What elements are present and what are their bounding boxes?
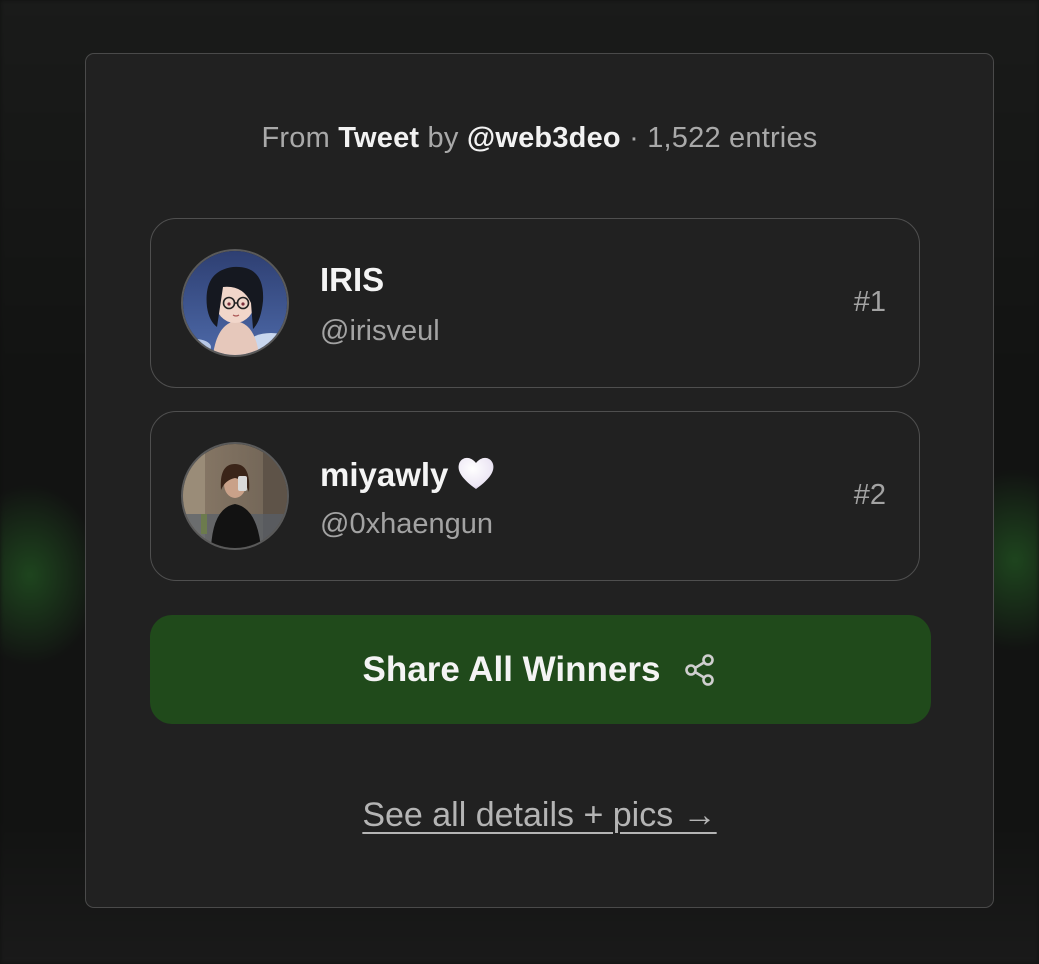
- from-text: From: [261, 122, 330, 154]
- share-button-label: Share All Winners: [362, 649, 661, 689]
- anime-avatar-icon: [183, 251, 287, 355]
- see-all-details-link[interactable]: See all details + pics →: [86, 796, 993, 835]
- winner-name: IRIS: [320, 261, 385, 298]
- share-all-winners-button[interactable]: Share All Winners: [150, 615, 931, 724]
- separator-dot: ·: [629, 122, 639, 154]
- selfie-avatar-icon: [183, 444, 287, 548]
- winner-rank: #1: [853, 286, 886, 318]
- source-line: From Tweet by @web3deo · 1,522 entries: [86, 122, 993, 155]
- winner-card-2[interactable]: miyawly @0xhaengun #2: [150, 411, 920, 581]
- share-icon: [685, 653, 715, 686]
- by-text: by: [427, 122, 459, 154]
- winner-rank: #2: [853, 479, 886, 511]
- winner-handle[interactable]: @irisveul: [320, 315, 440, 348]
- winner-avatar[interactable]: [181, 442, 289, 550]
- winner-handle[interactable]: @0xhaengun: [320, 508, 493, 541]
- author-link[interactable]: @web3deo: [467, 122, 621, 154]
- winner-card-1[interactable]: IRIS @irisveul #1: [150, 218, 920, 388]
- source-link[interactable]: Tweet: [338, 122, 419, 154]
- winner-avatar[interactable]: [181, 249, 289, 357]
- winners-card: From Tweet by @web3deo · 1,522 entries I…: [85, 53, 994, 908]
- winner-name-text: miyawly: [320, 456, 449, 493]
- winner-name: miyawly: [320, 454, 496, 494]
- white-heart-icon: [458, 457, 494, 489]
- entries-count: 1,522 entries: [647, 122, 818, 154]
